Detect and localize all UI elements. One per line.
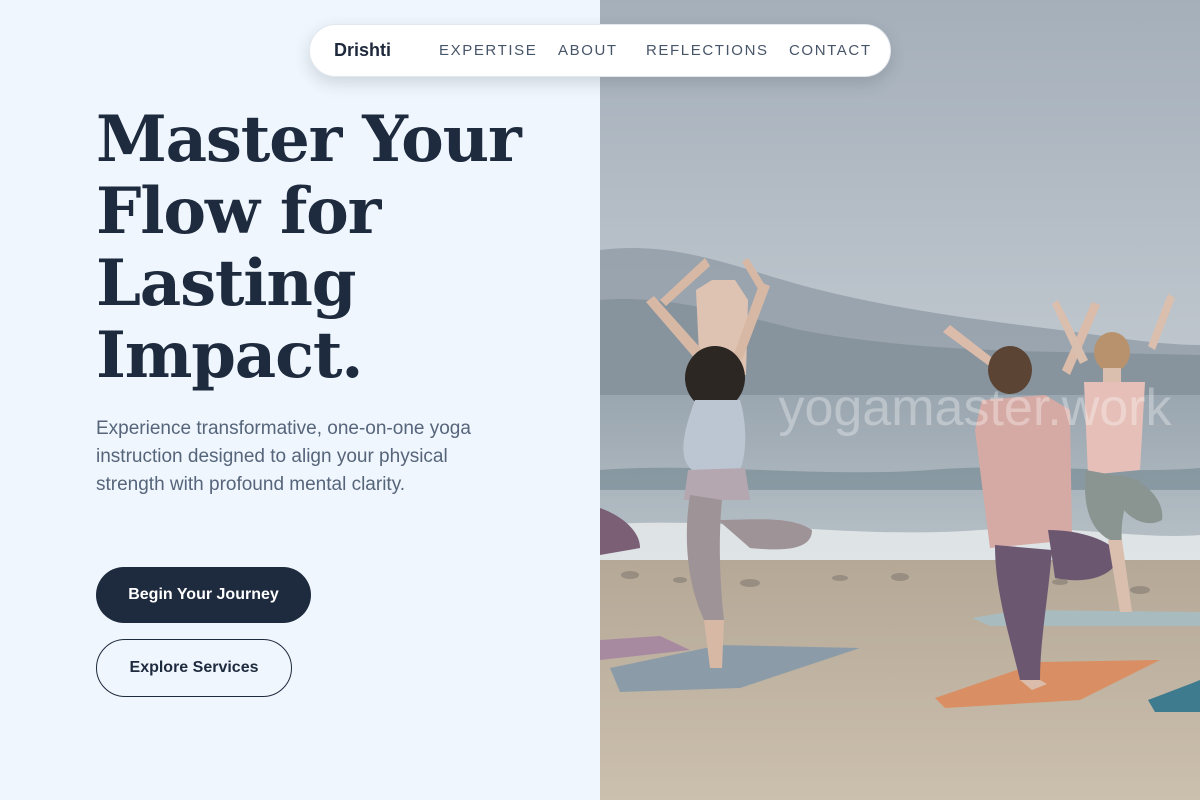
- beach-yoga-photo: yogamaster.work: [600, 0, 1200, 800]
- hero-subtitle: Experience transformative, one-on-one yo…: [96, 418, 471, 495]
- hero-title-line: Flow for: [96, 174, 381, 249]
- hero-text-panel: Master Your Flow for Lasting Impact. Exp…: [0, 0, 600, 800]
- nav-link-reflections[interactable]: REFLECTIONS: [646, 25, 769, 76]
- hero-title-line: Lasting: [96, 246, 356, 321]
- nav-link-contact[interactable]: CONTACT: [789, 25, 872, 76]
- explore-services-button[interactable]: Explore Services: [96, 639, 292, 697]
- begin-journey-button[interactable]: Begin Your Journey: [96, 567, 311, 623]
- hero-title-line: Master Your: [96, 102, 522, 177]
- watermark-text: yogamaster.work: [778, 379, 1172, 437]
- hero-image: yogamaster.work: [600, 0, 1200, 800]
- hero-title-line: Impact.: [96, 318, 363, 393]
- nav-link-about[interactable]: ABOUT: [558, 25, 618, 76]
- nav-link-expertise[interactable]: EXPERTISE: [439, 25, 537, 76]
- hero-title: Master Your Flow for Lasting Impact.: [96, 104, 556, 392]
- top-nav: Drishti EXPERTISE ABOUT REFLECTIONS CONT…: [309, 24, 891, 77]
- brand-logo[interactable]: Drishti: [334, 25, 391, 76]
